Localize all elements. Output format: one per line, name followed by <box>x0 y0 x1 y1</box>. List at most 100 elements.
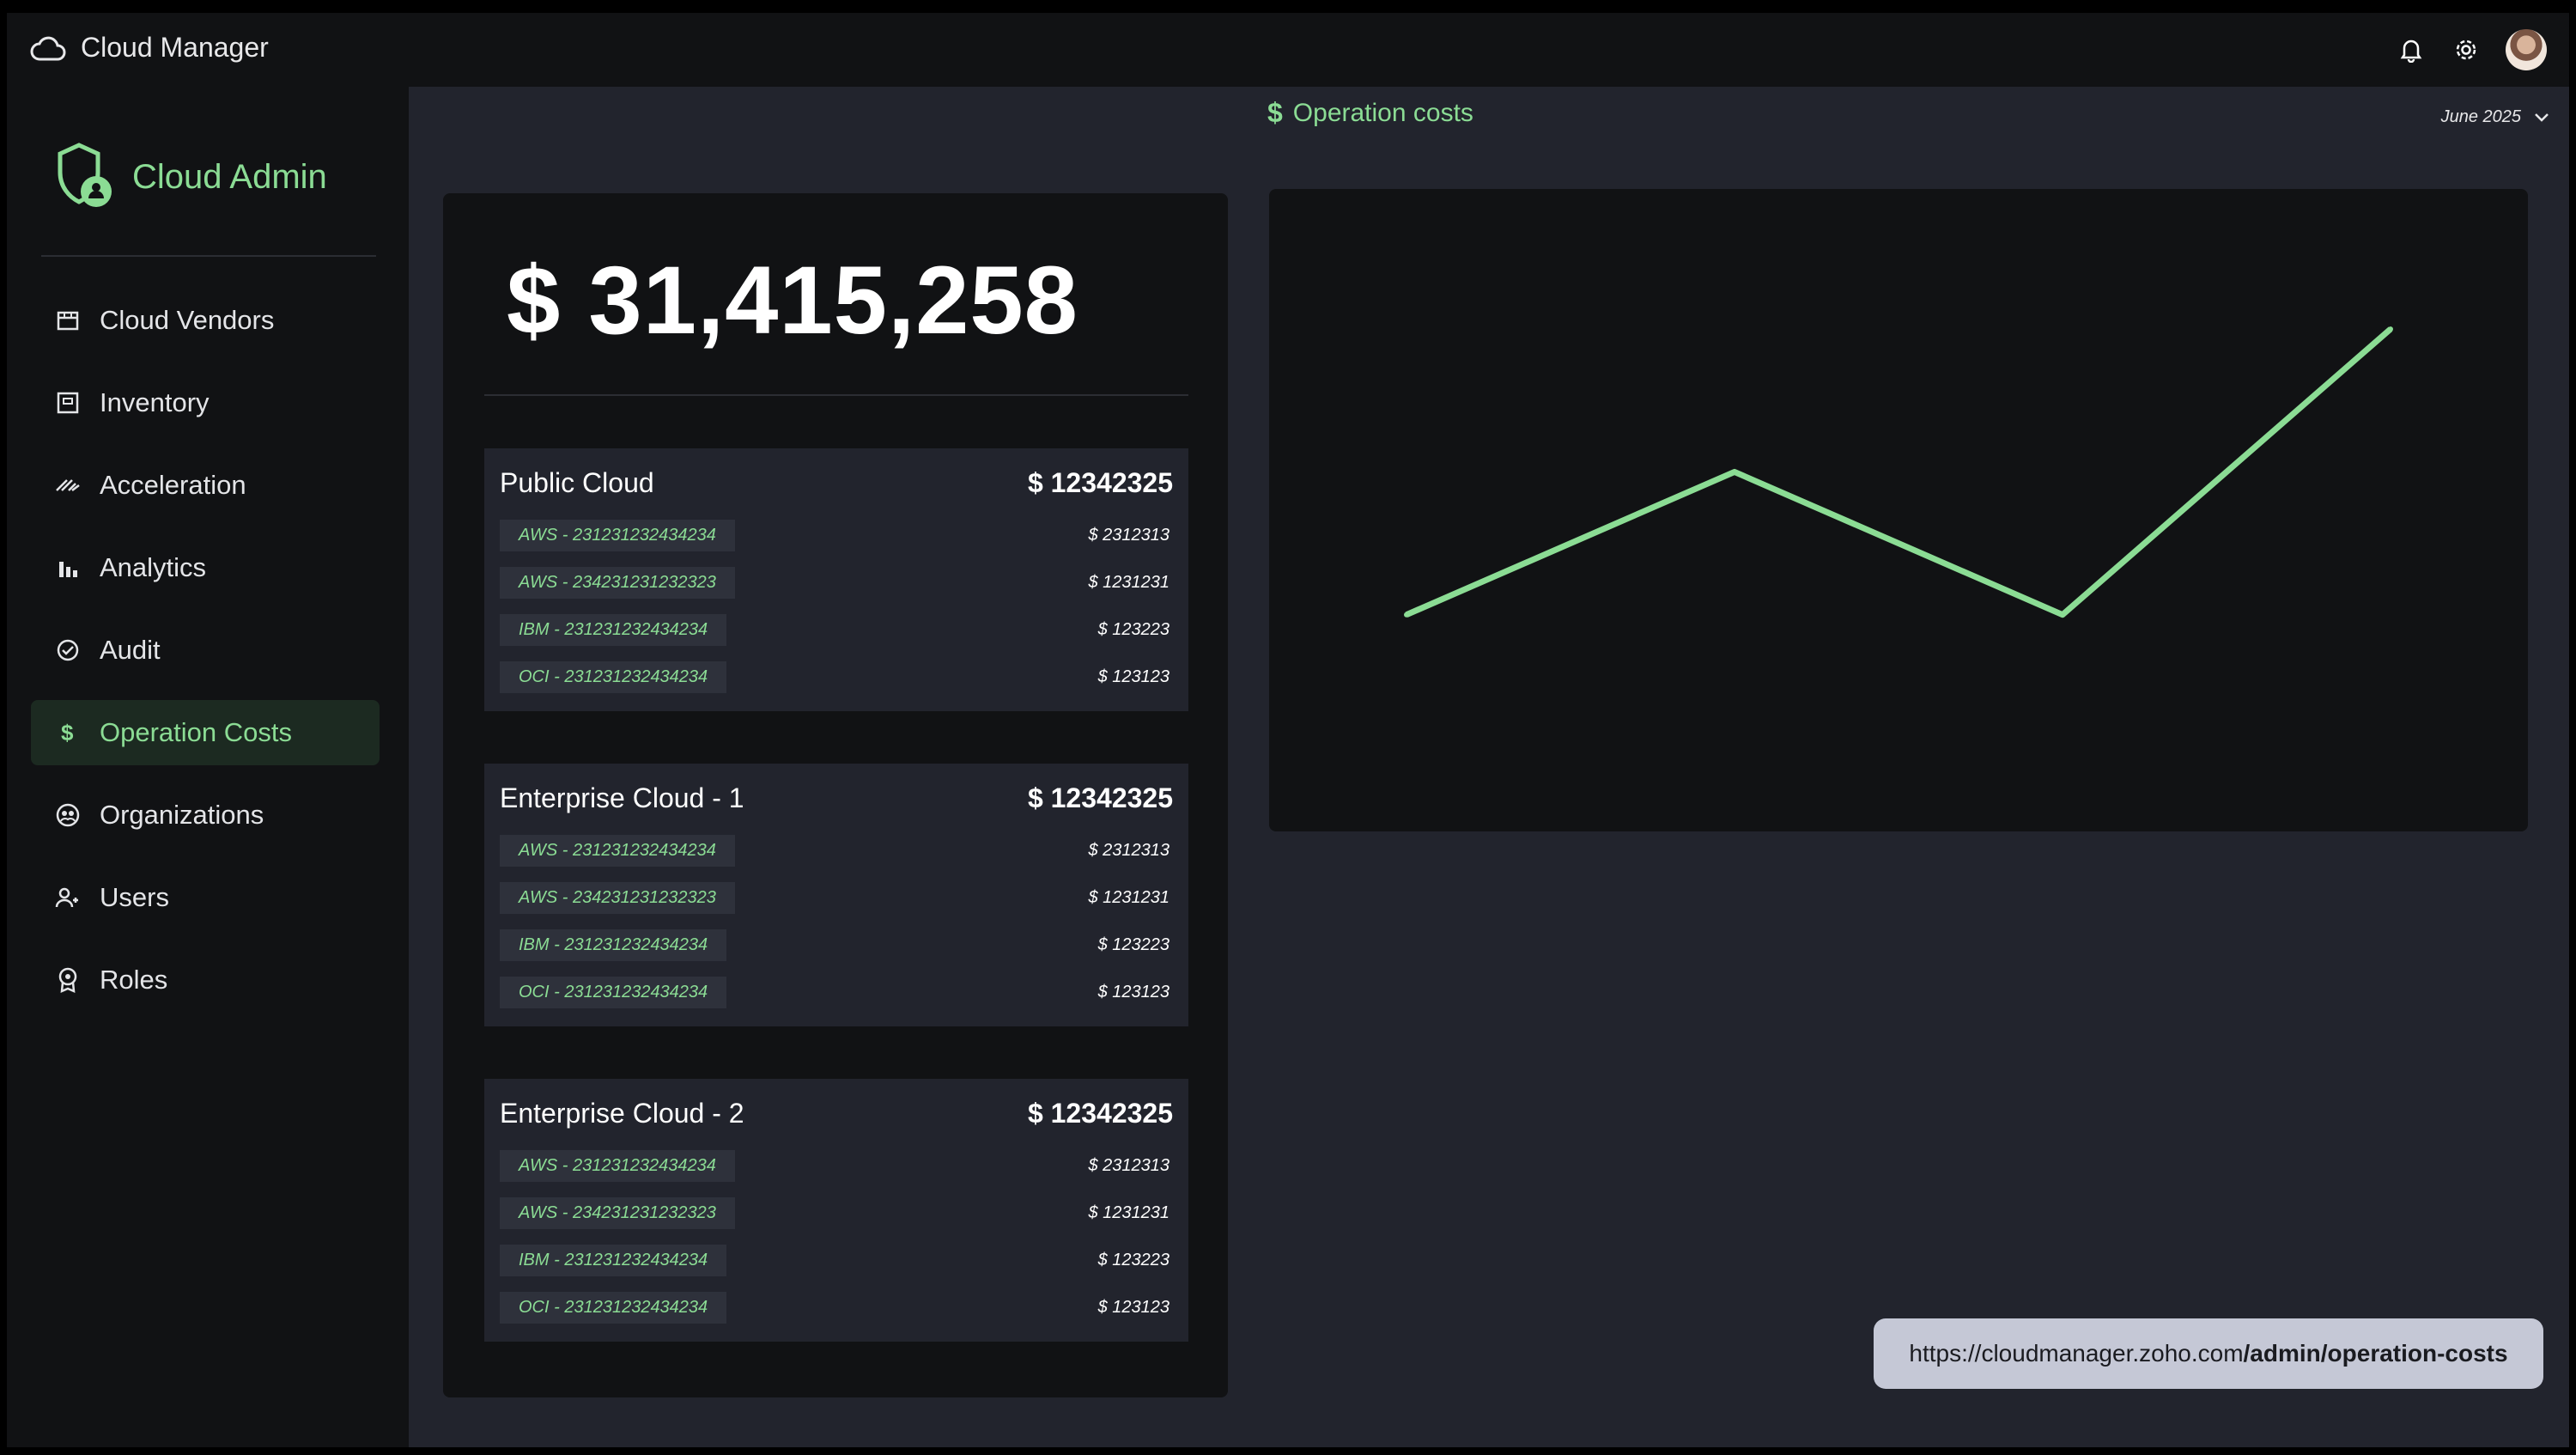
vendor-amount: $ 123123 <box>1097 667 1170 686</box>
vendor-tag: IBM - 231231232434234 <box>500 1244 727 1276</box>
sidebar-item-label: Operation Costs <box>100 717 292 747</box>
list-item: OCI - 231231232434234 $ 123123 <box>500 1291 1173 1324</box>
vendor-tag: IBM - 231231232434234 <box>500 613 727 646</box>
list-item: AWS - 234231231232323 $ 1231231 <box>500 881 1173 914</box>
top-bar: Cloud Manager <box>7 13 2569 87</box>
sidebar-item-inventory[interactable]: Inventory <box>31 370 380 435</box>
total-cost: $ 31,415,258 <box>507 247 1078 354</box>
page-title-text: Operation costs <box>1292 98 1473 127</box>
sidebar-item-label: Cloud Vendors <box>100 305 275 335</box>
cost-trend-chart <box>1269 189 2528 831</box>
list-item: OCI - 231231232434234 $ 123123 <box>500 661 1173 693</box>
month-value: June 2025 <box>2440 107 2521 126</box>
list-item: AWS - 234231231232323 $ 1231231 <box>500 1196 1173 1229</box>
sidebar-item-label: Audit <box>100 635 161 665</box>
vendor-tag: AWS - 231231232434234 <box>500 519 735 551</box>
sidebar-item-roles[interactable]: Roles <box>31 947 380 1013</box>
brand-label: Cloud Admin <box>132 157 327 196</box>
users-icon <box>55 885 81 910</box>
vendor-amount: $ 123223 <box>1097 619 1170 639</box>
app-title: Cloud Manager <box>81 32 269 63</box>
vendor-tag: AWS - 231231232434234 <box>500 1149 735 1182</box>
data-point <box>2060 612 2065 618</box>
group-total: $ 12342325 <box>1027 782 1173 813</box>
sidebar-item-organizations[interactable]: Organizations <box>31 782 380 848</box>
org-icon <box>55 802 81 828</box>
sidebar-item-analytics[interactable]: Analytics <box>31 535 380 600</box>
badge-icon <box>55 967 81 993</box>
check-circle-icon <box>55 637 81 663</box>
group-name: Enterprise Cloud - 1 <box>500 782 744 813</box>
sidebar-item-label: Organizations <box>100 800 264 830</box>
speed-icon <box>55 472 81 498</box>
page-title: $ Operation costs <box>1267 97 1473 129</box>
list-item: AWS - 234231231232323 $ 1231231 <box>500 566 1173 599</box>
store-icon <box>55 307 81 333</box>
sidebar-item-label: Inventory <box>100 387 210 417</box>
box-icon <box>55 390 81 416</box>
sidebar-item-label: Acceleration <box>100 470 246 500</box>
cloud-icon <box>30 36 66 61</box>
cost-group-enterprise-cloud-2: Enterprise Cloud - 2 $ 12342325 AWS - 23… <box>484 1079 1188 1342</box>
vendor-amount: $ 1231231 <box>1088 887 1170 907</box>
series-line <box>1405 326 2393 618</box>
bar-chart-icon <box>55 555 81 581</box>
cost-group-public-cloud: Public Cloud $ 12342325 AWS - 2312312324… <box>484 448 1188 711</box>
sidebar-item-label: Users <box>100 882 169 912</box>
list-item: AWS - 231231232434234 $ 2312313 <box>500 519 1173 551</box>
vendor-tag: OCI - 231231232434234 <box>500 976 727 1008</box>
vendor-tag: OCI - 231231232434234 <box>500 661 727 693</box>
data-point <box>2388 326 2393 332</box>
sidebar-item-acceleration[interactable]: Acceleration <box>31 453 380 518</box>
line-chart <box>1404 326 2393 618</box>
list-item: IBM - 231231232434234 $ 123223 <box>500 1244 1173 1276</box>
vendor-amount: $ 123223 <box>1097 934 1170 954</box>
dollar-icon: $ <box>55 720 81 746</box>
sidebar-divider <box>41 255 376 257</box>
sidebar: Cloud Admin Cloud Vendors Inventory Acce… <box>7 87 409 1447</box>
group-total: $ 12342325 <box>1027 467 1173 498</box>
card-divider <box>484 394 1188 396</box>
list-item: AWS - 231231232434234 $ 2312313 <box>500 1149 1173 1182</box>
cost-summary-card: $ 31,415,258 Public Cloud $ 12342325 AWS… <box>443 193 1228 1397</box>
month-selector[interactable]: June 2025 <box>2441 107 2550 127</box>
vendor-amount: $ 2312313 <box>1088 525 1170 545</box>
sidebar-item-cloud-vendors[interactable]: Cloud Vendors <box>31 288 380 353</box>
group-name: Public Cloud <box>500 467 654 498</box>
dollar-icon: $ <box>1267 97 1283 128</box>
data-point <box>1732 469 1737 475</box>
data-point <box>1404 612 1409 618</box>
vendor-amount: $ 2312313 <box>1088 1155 1170 1175</box>
chevron-down-icon <box>2535 113 2549 122</box>
gear-icon[interactable] <box>2451 34 2482 65</box>
vendor-amount: $ 1231231 <box>1088 1202 1170 1222</box>
vendor-amount: $ 123123 <box>1097 1297 1170 1317</box>
vendor-amount: $ 123223 <box>1097 1250 1170 1269</box>
sidebar-nav: Cloud Vendors Inventory Acceleration Ana… <box>31 288 380 1030</box>
sidebar-item-users[interactable]: Users <box>31 865 380 930</box>
svg-text:$: $ <box>61 720 74 746</box>
bell-icon[interactable] <box>2396 34 2427 65</box>
vendor-amount: $ 1231231 <box>1088 572 1170 592</box>
url-display[interactable]: https://cloudmanager.zoho.com/admin/oper… <box>1874 1318 2543 1389</box>
vendor-tag: AWS - 234231231232323 <box>500 566 735 599</box>
sidebar-item-label: Analytics <box>100 552 207 582</box>
list-item: OCI - 231231232434234 $ 123123 <box>500 976 1173 1008</box>
sidebar-item-label: Roles <box>100 965 168 995</box>
vendor-tag: AWS - 231231232434234 <box>500 834 735 867</box>
list-item: AWS - 231231232434234 $ 2312313 <box>500 834 1173 867</box>
sidebar-item-operation-costs[interactable]: $ Operation Costs <box>31 700 380 765</box>
app-window: Cloud Manager Cloud Admin Cloud Vendors … <box>7 13 2569 1447</box>
group-total: $ 12342325 <box>1027 1098 1173 1129</box>
vendor-tag: AWS - 234231231232323 <box>500 1196 735 1229</box>
url-path: /admin/operation-costs <box>2243 1340 2508 1367</box>
shield-user-icon <box>58 143 112 207</box>
brand[interactable]: Cloud Admin <box>53 142 327 212</box>
vendor-tag: OCI - 231231232434234 <box>500 1291 727 1324</box>
list-item: IBM - 231231232434234 $ 123223 <box>500 613 1173 646</box>
cost-group-enterprise-cloud-1: Enterprise Cloud - 1 $ 12342325 AWS - 23… <box>484 764 1188 1026</box>
vendor-amount: $ 123123 <box>1097 982 1170 1001</box>
vendor-tag: AWS - 234231231232323 <box>500 881 735 914</box>
avatar[interactable] <box>2506 29 2547 70</box>
sidebar-item-audit[interactable]: Audit <box>31 618 380 683</box>
